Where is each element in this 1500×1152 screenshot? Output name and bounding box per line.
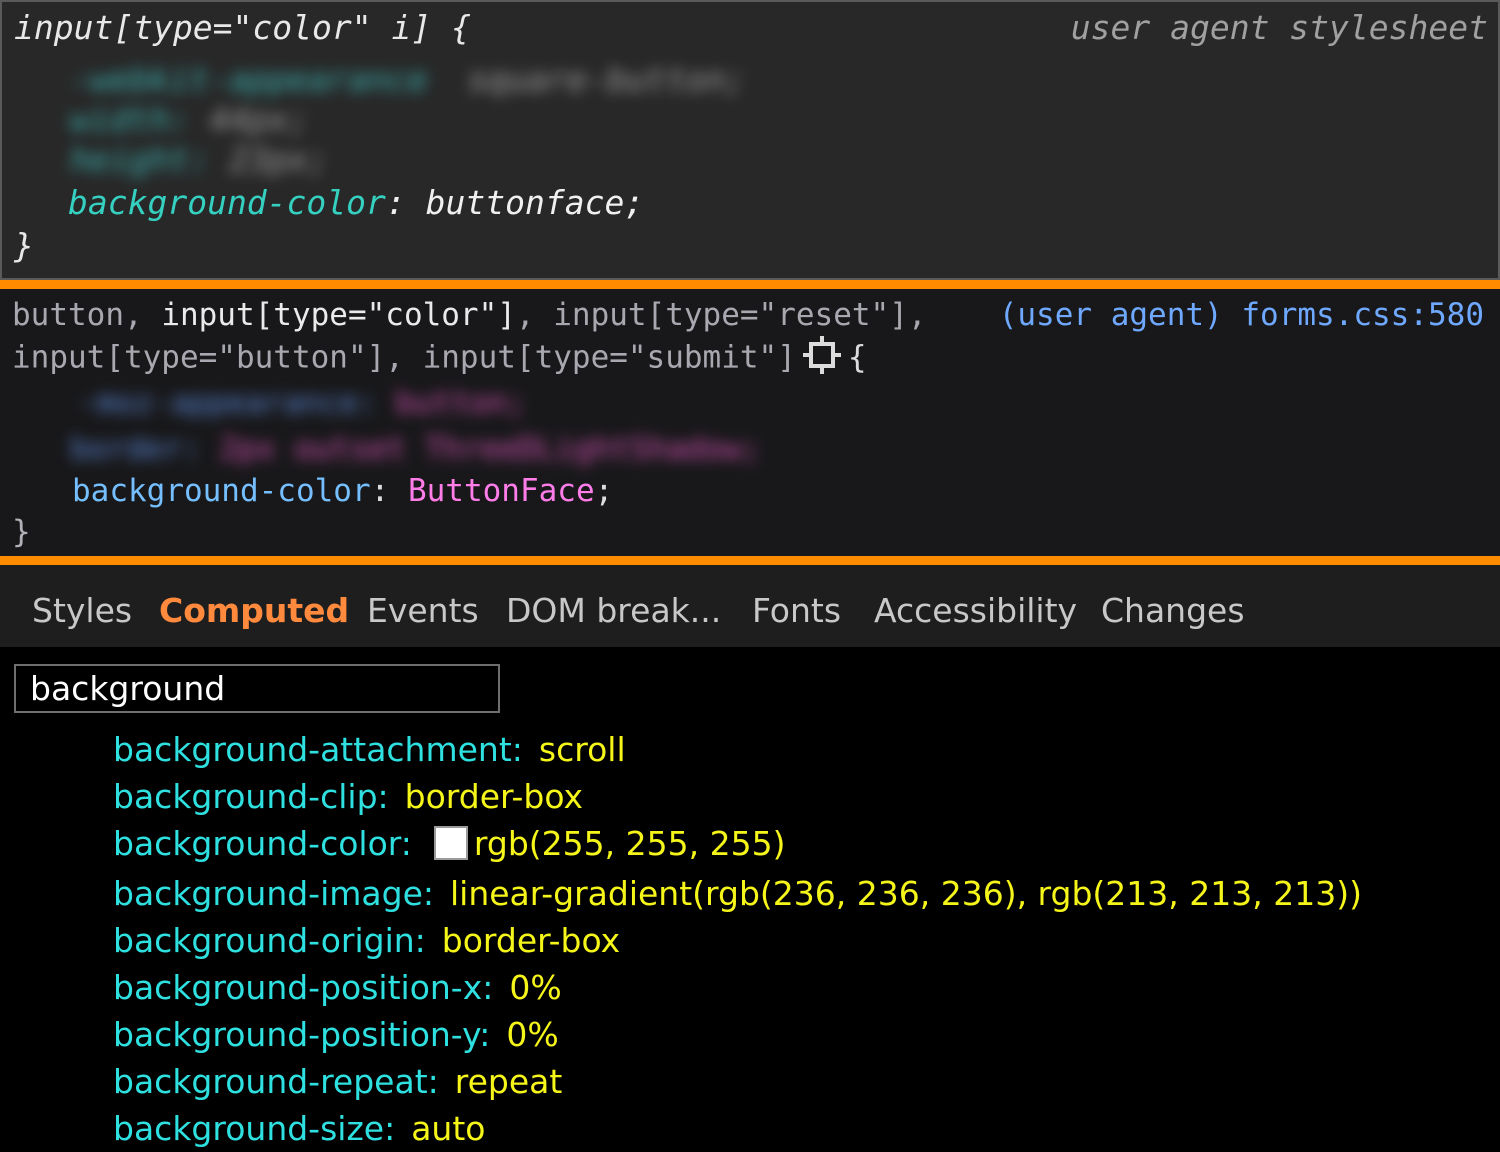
property-name: background-attachment: [113, 730, 512, 769]
property-name: background-position-y: [113, 1015, 480, 1054]
filter-styles-input[interactable]: [14, 664, 500, 713]
blurred-declaration: width: 44px;: [70, 100, 309, 139]
blurred-declaration: -webkit-appearance square-button;: [70, 60, 746, 99]
property-value: linear-gradient(rgb(236, 236, 236), rgb(…: [450, 874, 1362, 913]
computed-property-row[interactable]: background-size: auto: [113, 1109, 485, 1148]
computed-property-row[interactable]: background-repeat: repeat: [113, 1062, 562, 1101]
property-value: repeat: [454, 1062, 563, 1101]
property-value: 0%: [509, 968, 562, 1007]
tab-accessibility[interactable]: Accessibility: [874, 591, 1077, 630]
tab-events[interactable]: Events: [367, 591, 479, 630]
computed-property-row[interactable]: background-origin: border-box: [113, 921, 620, 960]
rule-selector-line-1: button, input[type="color"], input[type=…: [12, 297, 927, 333]
computed-property-row[interactable]: background-clip: border-box: [113, 777, 583, 816]
rule-close-brace: }: [12, 514, 31, 550]
property-name: background-image: [113, 874, 423, 913]
property-value: auto: [411, 1109, 486, 1148]
computed-property-row[interactable]: background-position-y: 0%: [113, 1015, 559, 1054]
rule-close-brace: }: [14, 226, 34, 265]
rule-source: user agent stylesheet: [1070, 8, 1488, 47]
blurred-declaration: height: 23px;: [70, 140, 329, 179]
property-name: background-repeat: [113, 1062, 428, 1101]
rule-selector-line-2: input[type="button"], input[type="submit…: [12, 335, 867, 383]
firefox-rules-rule: button, input[type="color"], input[type=…: [0, 289, 1500, 556]
property-name: background-size: [113, 1109, 385, 1148]
property-value: border-box: [404, 777, 584, 816]
rule-selector: input[type="color" i] {: [14, 8, 471, 47]
color-swatch[interactable]: [433, 826, 468, 860]
declaration-background-color[interactable]: background-color: ButtonFace;: [72, 473, 613, 509]
declaration-background-color[interactable]: background-color: buttonface;: [68, 183, 644, 222]
blurred-declaration: border: 2px outset ThreeDLightShadow;: [70, 431, 761, 467]
computed-property-row[interactable]: background-position-x: 0%: [113, 968, 562, 1007]
property-value[interactable]: ButtonFace: [408, 473, 595, 509]
rule-source-link[interactable]: (user agent) forms.css:580: [999, 297, 1484, 333]
sidebar-tab-bar: Styles Computed Events DOM break... Font…: [0, 565, 1500, 647]
computed-property-row[interactable]: background-attachment: scroll: [113, 730, 626, 769]
tab-changes[interactable]: Changes: [1101, 591, 1245, 630]
tab-dom-breakpoints[interactable]: DOM break...: [506, 591, 721, 630]
computed-panel: background-attachment:scroll background-…: [0, 647, 1500, 1152]
property-value: border-box: [441, 921, 621, 960]
property-name: background-color: [72, 473, 371, 509]
highlight-divider: [0, 556, 1500, 565]
property-name: background-origin: [113, 921, 415, 960]
tab-computed[interactable]: Computed: [159, 591, 349, 630]
tab-fonts[interactable]: Fonts: [752, 591, 841, 630]
computed-property-row[interactable]: background-color: rgb(255, 255, 255): [113, 824, 785, 863]
tab-styles[interactable]: Styles: [32, 591, 132, 630]
property-value: 0%: [506, 1015, 559, 1054]
property-name: background-position-x: [113, 968, 483, 1007]
highlight-divider: [0, 280, 1500, 289]
property-name: background-clip: [113, 777, 378, 816]
property-value: rgb(255, 255, 255): [473, 824, 786, 863]
computed-property-row[interactable]: background-image: linear-gradient(rgb(236…: [113, 874, 1362, 913]
property-name: background-color: [68, 183, 386, 222]
property-value: scroll: [538, 730, 626, 769]
chrome-styles-rule: input[type="color" i] { user agent style…: [0, 0, 1500, 280]
property-name: background-color: [113, 824, 401, 863]
node-highlight-icon[interactable]: [802, 335, 842, 383]
property-value[interactable]: buttonface;: [426, 183, 645, 222]
blurred-declaration: -moz-appearance: button;: [78, 385, 526, 421]
